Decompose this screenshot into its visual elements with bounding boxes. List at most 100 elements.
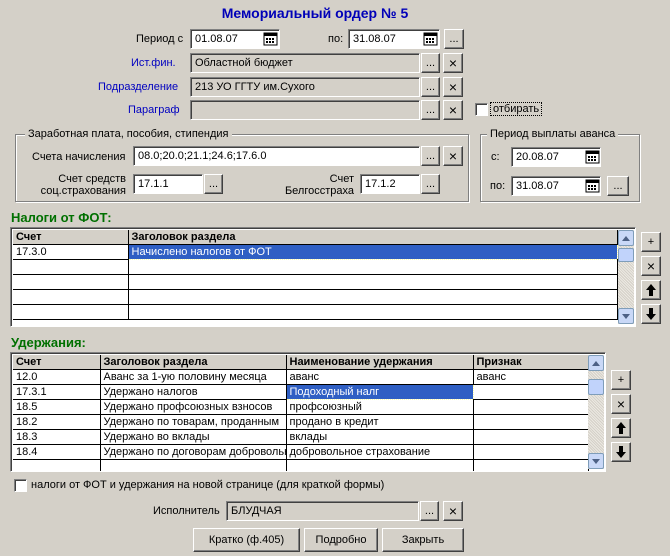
table-cell[interactable]: 17.3.0 <box>13 244 129 260</box>
table-cell[interactable] <box>13 459 101 471</box>
table-row[interactable]: 18.2 Удержано по товарам, проданным продан… <box>13 414 589 430</box>
deductions-add-button[interactable]: + <box>611 370 631 390</box>
executor-clear-button[interactable]: × <box>443 501 463 521</box>
table-cell[interactable] <box>473 399 589 415</box>
taxes-move-down-button[interactable] <box>641 304 661 324</box>
table-cell[interactable] <box>13 274 129 290</box>
belgos-input[interactable]: 17.1.2 <box>360 174 420 194</box>
paragraph-clear-button[interactable]: × <box>443 100 463 120</box>
select-checkbox[interactable] <box>475 103 488 116</box>
deductions-move-up-button[interactable] <box>611 418 631 438</box>
table-cell[interactable] <box>473 414 589 430</box>
division-label[interactable]: Подразделение <box>98 81 178 93</box>
scroll-up-icon[interactable] <box>588 355 604 371</box>
table-cell[interactable]: 18.2 <box>13 414 101 430</box>
table-cell[interactable]: Удержано по договорам добровольного <box>100 444 287 460</box>
table-cell[interactable]: 18.3 <box>13 429 101 445</box>
table-row[interactable]: 17.3.0 Начислено налогов от ФОТ <box>13 243 618 260</box>
table-row[interactable] <box>13 259 618 275</box>
taxes-scrollbar[interactable] <box>618 230 634 324</box>
table-row[interactable] <box>13 459 589 471</box>
table-cell[interactable]: 12.0 <box>13 369 101 385</box>
taxes-grid[interactable]: Счет Заголовок раздела 17.3.0 Начислено н… <box>10 227 636 327</box>
source-browse-button[interactable]: ... <box>421 53 440 73</box>
source-label[interactable]: Ист.фин. <box>131 57 176 69</box>
accounts-browse-button[interactable]: ... <box>421 146 440 166</box>
table-row[interactable]: 12.0 Аванс за 1-ую половину месяца аванс ав… <box>13 369 589 385</box>
table-cell[interactable]: Аванс за 1-ую половину месяца <box>100 369 287 385</box>
close-button[interactable]: Закрыть <box>382 528 464 552</box>
scroll-down-icon[interactable] <box>618 308 634 324</box>
scroll-down-icon[interactable] <box>588 453 604 469</box>
paragraph-label[interactable]: Параграф <box>128 104 180 116</box>
division-clear-button[interactable]: × <box>443 77 463 97</box>
table-row[interactable]: 18.5 Удержано профсоюзных взносов профсоюз… <box>13 399 589 415</box>
advance-more-button[interactable]: ... <box>607 176 629 196</box>
paragraph-browse-button[interactable]: ... <box>421 100 440 120</box>
table-cell[interactable] <box>13 259 129 275</box>
table-cell[interactable]: 17.3.1 <box>13 384 101 400</box>
table-cell[interactable]: продано в кредит <box>286 414 474 430</box>
scroll-thumb[interactable] <box>588 379 604 395</box>
taxes-remove-button[interactable]: × <box>641 256 661 276</box>
table-cell[interactable]: Удержано налогов <box>100 384 287 400</box>
calendar-icon[interactable] <box>263 31 279 47</box>
table-row[interactable] <box>13 289 618 305</box>
deductions-col-account[interactable]: Счет <box>13 355 101 370</box>
table-cell[interactable]: вклады <box>286 429 474 445</box>
new-page-checkbox[interactable] <box>14 479 27 492</box>
social-browse-button[interactable]: ... <box>204 174 223 194</box>
accounts-clear-button[interactable]: × <box>443 146 463 166</box>
table-cell[interactable]: Удержано по товарам, проданным <box>100 414 287 430</box>
division-browse-button[interactable]: ... <box>421 77 440 97</box>
taxes-move-up-button[interactable] <box>641 280 661 300</box>
table-row[interactable] <box>13 304 618 320</box>
belgos-browse-button[interactable]: ... <box>421 174 440 194</box>
table-cell[interactable]: добровольное страхование <box>286 444 474 460</box>
table-row[interactable]: 18.4 Удержано по договорам добровольного д… <box>13 444 589 460</box>
taxes-col-account[interactable]: Счет <box>13 230 129 245</box>
table-cell[interactable] <box>128 304 618 320</box>
deductions-col-sign[interactable]: Признак <box>473 355 589 370</box>
table-cell[interactable]: Удержано профсоюзных взносов <box>100 399 287 415</box>
table-cell[interactable] <box>13 289 129 305</box>
calendar-icon[interactable] <box>585 149 601 165</box>
taxes-col-title[interactable]: Заголовок раздела <box>128 230 618 245</box>
table-cell[interactable] <box>473 384 589 400</box>
table-cell[interactable] <box>128 259 618 275</box>
table-cell[interactable]: профсоюзный <box>286 399 474 415</box>
table-cell[interactable] <box>473 429 589 445</box>
social-input[interactable]: 17.1.1 <box>133 174 203 194</box>
taxes-add-button[interactable]: + <box>641 232 661 252</box>
table-cell[interactable] <box>100 459 287 471</box>
table-row[interactable]: 18.3 Удержано во вклады вклады <box>13 429 589 445</box>
table-row[interactable]: 17.3.1 Удержано налогов Подоходный налг <box>13 383 589 400</box>
table-cell[interactable]: Начислено налогов от ФОТ <box>127 243 618 260</box>
table-cell[interactable]: аванс <box>286 369 474 385</box>
scroll-thumb[interactable] <box>618 248 634 262</box>
table-cell[interactable] <box>13 304 129 320</box>
deductions-remove-button[interactable]: × <box>611 394 631 414</box>
table-cell[interactable]: аванс <box>473 369 589 385</box>
table-cell[interactable] <box>286 459 474 471</box>
table-cell[interactable] <box>473 459 589 471</box>
table-cell[interactable] <box>128 289 618 305</box>
scroll-up-icon[interactable] <box>618 230 634 246</box>
source-clear-button[interactable]: × <box>443 53 463 73</box>
table-row[interactable] <box>13 274 618 290</box>
calendar-icon[interactable] <box>585 178 601 194</box>
deductions-scrollbar[interactable] <box>588 355 604 469</box>
deductions-move-down-button[interactable] <box>611 442 631 462</box>
deductions-col-title[interactable]: Заголовок раздела <box>100 355 287 370</box>
accounts-input[interactable]: 08.0;20.0;21.1;24.6;17.6.0 <box>133 146 420 166</box>
calendar-icon[interactable] <box>423 31 439 47</box>
table-cell[interactable]: Подоходный налг <box>285 383 474 400</box>
executor-browse-button[interactable]: ... <box>420 501 439 521</box>
table-cell[interactable]: Удержано во вклады <box>100 429 287 445</box>
table-cell[interactable] <box>473 444 589 460</box>
short-form-button[interactable]: Кратко (ф.405) <box>193 528 300 552</box>
table-cell[interactable] <box>128 274 618 290</box>
detailed-button[interactable]: Подробно <box>304 528 378 552</box>
table-cell[interactable]: 18.5 <box>13 399 101 415</box>
period-more-button[interactable]: ... <box>444 29 464 49</box>
